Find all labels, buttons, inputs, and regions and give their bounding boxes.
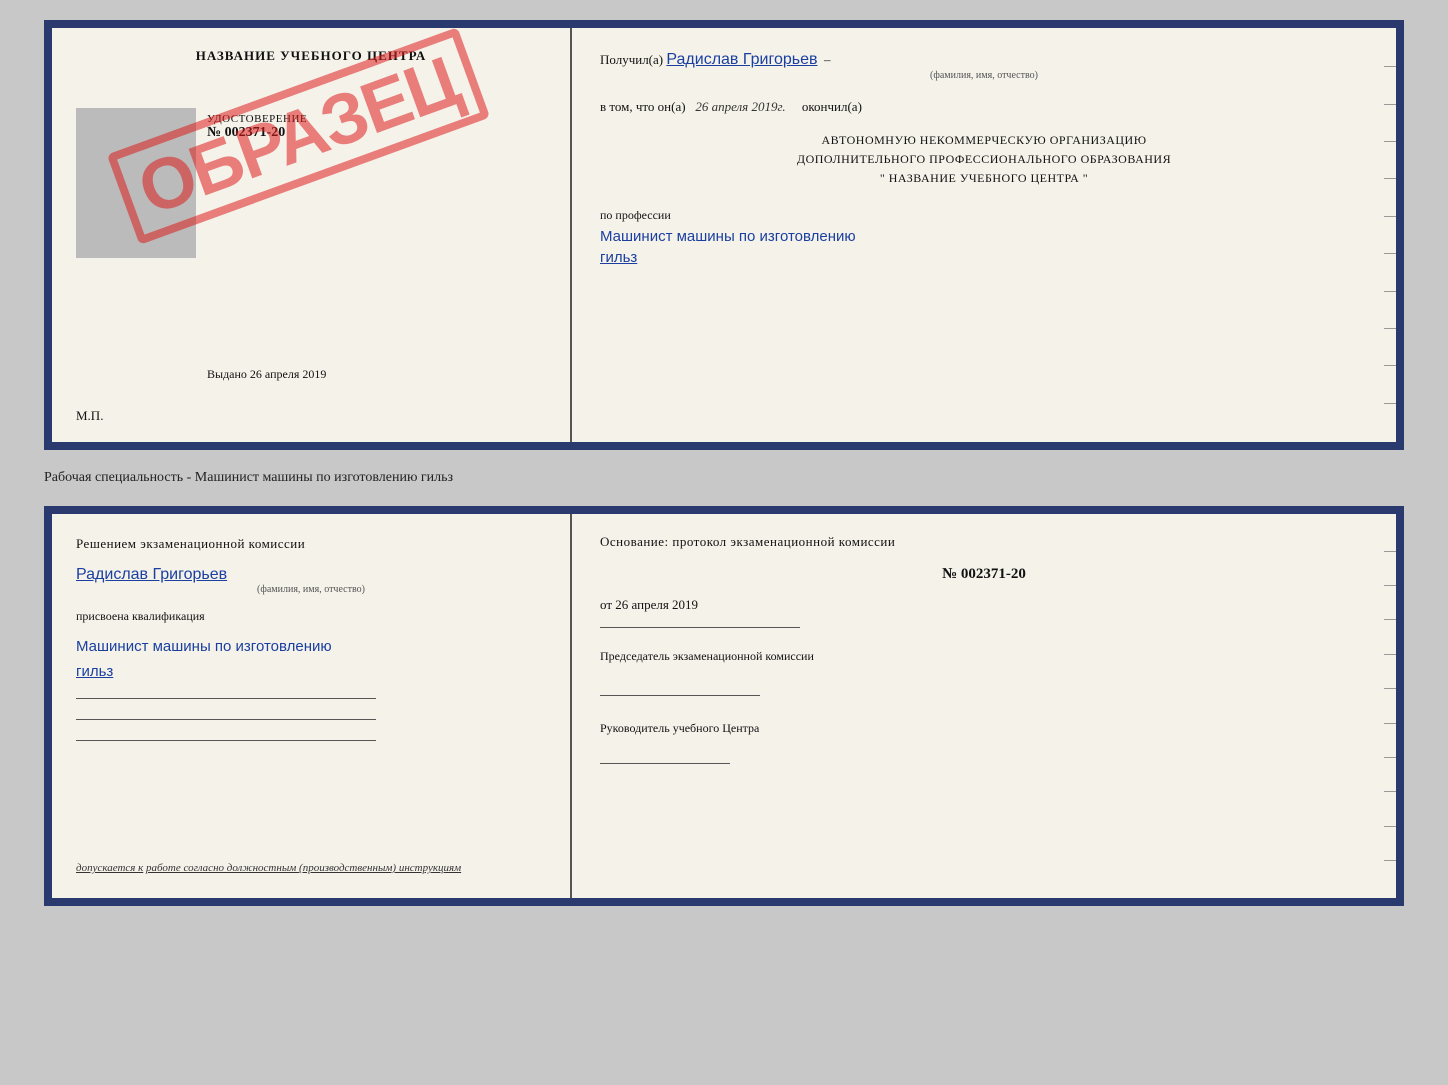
mp-label: М.П. <box>76 408 103 424</box>
side-line <box>1384 291 1396 292</box>
photo-placeholder <box>76 108 196 258</box>
bottom-left-prof1: Машинист машины по изготовлению <box>76 636 546 657</box>
dopuskaetsya-block: допускается к работе согласно должностны… <box>76 862 461 874</box>
bottom-left-title: Решением экзаменационной комиссии <box>76 534 546 554</box>
side-line <box>1384 688 1396 689</box>
poluchil-fio: Радислав Григорьев <box>666 48 817 72</box>
side-line <box>1384 253 1396 254</box>
middle-label-text: Рабочая специальность - Машинист машины … <box>44 470 453 485</box>
bottom-left-prisvoenoLabel: присвоена квалификация <box>76 609 546 624</box>
side-line <box>1384 403 1396 404</box>
bottom-left-prof2: гильз <box>76 661 546 682</box>
rukovoditel-block: Руководитель учебного Центра <box>600 720 1368 737</box>
signature-line-3 <box>76 740 376 741</box>
side-line <box>1384 328 1396 329</box>
vtomchto-row: в том, что он(а) 26 апреля 2019г. окончи… <box>600 97 1368 117</box>
rukovoditel-label: Руководитель учебного Центра <box>600 721 759 735</box>
predsedatel-block: Председатель экзаменационной комиссии <box>600 648 1368 665</box>
rukovoditel-signature-line <box>600 763 730 764</box>
bottom-right-title: Основание: протокол экзаменационной коми… <box>600 534 1368 550</box>
okonchil-label: окончил(а) <box>802 99 862 114</box>
profession-handwritten-1: Машинист машины по изготовлению <box>600 228 1368 245</box>
dopuskaetsya-value: работе согласно должностным (производств… <box>146 862 461 874</box>
udostoverenie-number: № 002371-20 <box>207 125 307 141</box>
po-professii-label: по профессии <box>600 208 671 222</box>
date-line <box>600 627 800 628</box>
side-line <box>1384 104 1396 105</box>
side-line <box>1384 66 1396 67</box>
cert-left-panel: НАЗВАНИЕ УЧЕБНОГО ЦЕНТРА ОБРАЗЕЦ УДОСТОВ… <box>52 28 572 442</box>
poluchil-dash: – <box>821 52 831 67</box>
profession-block: по профессии Машинист машины по изготовл… <box>600 206 1368 266</box>
side-line <box>1384 141 1396 142</box>
signature-line-1 <box>76 698 376 699</box>
ot-label: от <box>600 597 612 612</box>
bottom-right-num: № 002371-20 <box>600 566 1368 583</box>
bottom-certificate: Решением экзаменационной комиссии Радисл… <box>44 506 1404 906</box>
bottom-cert-right: Основание: протокол экзаменационной коми… <box>572 514 1396 898</box>
avtonom-block: АВТОНОМНУЮ НЕКОММЕРЧЕСКУЮ ОРГАНИЗАЦИЮ ДО… <box>600 131 1368 189</box>
side-lines-right-bottom <box>1378 514 1396 898</box>
bottom-cert-left: Решением экзаменационной комиссии Радисл… <box>52 514 572 898</box>
cert-left-title: НАЗВАНИЕ УЧЕБНОГО ЦЕНТРА <box>76 48 546 64</box>
side-line <box>1384 216 1396 217</box>
side-line <box>1384 585 1396 586</box>
poluchil-row: Получил(а) Радислав Григорьев – (фамилия… <box>600 48 1368 83</box>
poluchil-label: Получил(а) <box>600 52 663 67</box>
avtonom-line1: АВТОНОМНУЮ НЕКОММЕРЧЕСКУЮ ОРГАНИЗАЦИЮ <box>600 131 1368 150</box>
bottom-left-fio-block: Радислав Григорьев (фамилия, имя, отчест… <box>76 562 546 595</box>
side-line <box>1384 178 1396 179</box>
side-line <box>1384 860 1396 861</box>
vydano-line: Выдано 26 апреля 2019 <box>207 367 326 382</box>
bottom-left-fio-sub: (фамилия, имя, отчество) <box>76 584 546 595</box>
middle-label: Рабочая специальность - Машинист машины … <box>44 468 1404 488</box>
side-line <box>1384 619 1396 620</box>
dopuskaetsya-label: допускается к <box>76 862 143 874</box>
profession-handwritten-2: гильз <box>600 249 1368 266</box>
bottom-right-date: от 26 апреля 2019 <box>600 597 1368 613</box>
side-line <box>1384 654 1396 655</box>
signature-line-2 <box>76 719 376 720</box>
side-line <box>1384 757 1396 758</box>
udostoverenie-block: УДОСТОВЕРЕНИЕ № 002371-20 <box>207 113 307 141</box>
ot-date: 26 апреля 2019 <box>615 597 698 612</box>
side-line <box>1384 826 1396 827</box>
side-line <box>1384 791 1396 792</box>
udostoverenie-label: УДОСТОВЕРЕНИЕ <box>207 113 307 125</box>
vtomchto-label: в том, что он(а) <box>600 99 686 114</box>
predsedatel-label: Председатель экзаменационной комиссии <box>600 649 814 663</box>
vydano-label: Выдано <box>207 367 247 381</box>
predsedatel-signature-line <box>600 695 760 696</box>
vtomchto-date: 26 апреля 2019г. <box>695 99 785 114</box>
cert-right-panel: Получил(а) Радислав Григорьев – (фамилия… <box>572 28 1396 442</box>
bottom-left-fio: Радислав Григорьев <box>76 566 546 584</box>
side-lines-right <box>1378 28 1396 442</box>
side-line <box>1384 551 1396 552</box>
bottom-left-profession-block: Машинист машины по изготовлению гильз <box>76 632 546 682</box>
avtonom-line2: ДОПОЛНИТЕЛЬНОГО ПРОФЕССИОНАЛЬНОГО ОБРАЗО… <box>600 150 1368 169</box>
side-line <box>1384 723 1396 724</box>
side-line <box>1384 365 1396 366</box>
avtonom-line3: " НАЗВАНИЕ УЧЕБНОГО ЦЕНТРА " <box>600 169 1368 188</box>
vydano-date: 26 апреля 2019 <box>250 367 326 381</box>
top-certificate: НАЗВАНИЕ УЧЕБНОГО ЦЕНТРА ОБРАЗЕЦ УДОСТОВ… <box>44 20 1404 450</box>
